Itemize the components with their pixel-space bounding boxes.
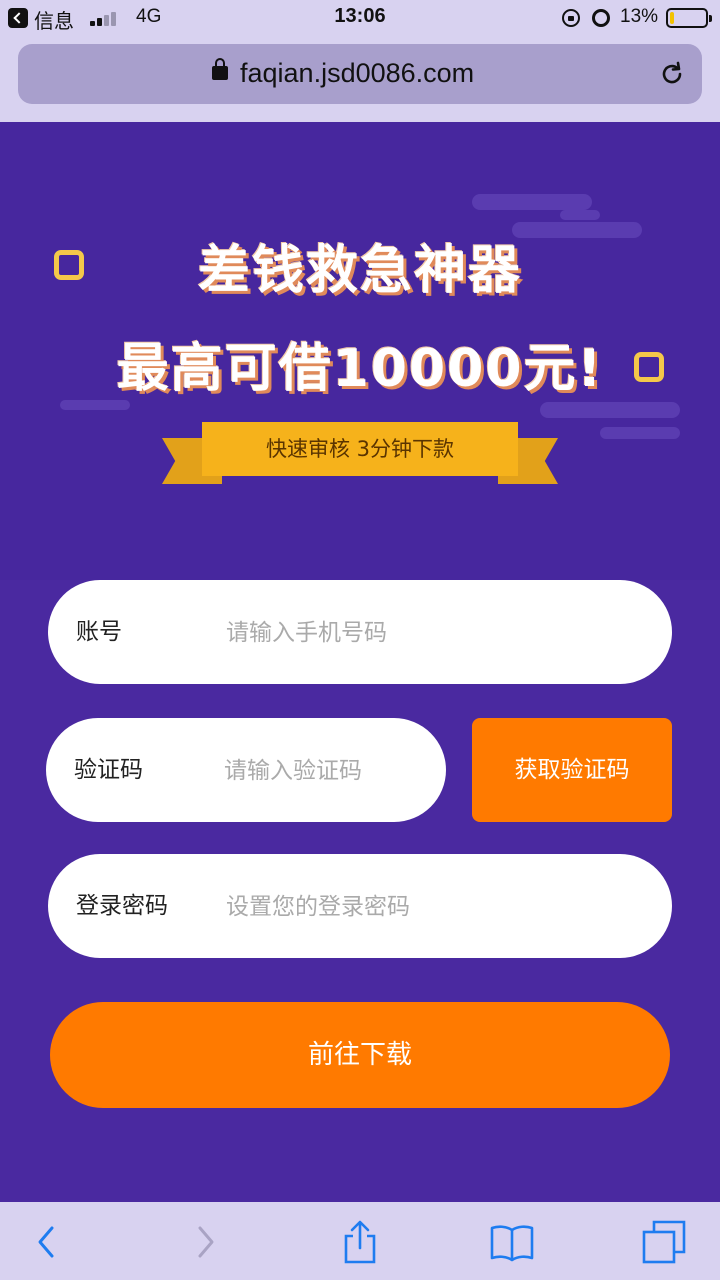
clock: 13:06 <box>334 5 386 27</box>
decor-bar <box>600 427 680 439</box>
download-button[interactable]: 前往下载 <box>50 1002 670 1108</box>
reload-icon[interactable] <box>658 60 686 88</box>
battery-icon <box>666 8 712 28</box>
hero-title: 差钱救急神器 <box>197 241 522 301</box>
battery-percent: 13% <box>620 6 659 27</box>
decor-bar <box>472 194 592 210</box>
code-field[interactable]: 验证码 <box>46 718 446 822</box>
address-bar[interactable]: faqian.jsd0086.com <box>18 44 702 104</box>
orientation-lock-icon <box>562 9 580 27</box>
password-label: 登录密码 <box>76 893 168 919</box>
phone-input[interactable] <box>224 606 648 660</box>
password-field[interactable]: 登录密码 <box>48 854 672 958</box>
url-text[interactable]: faqian.jsd0086.com <box>240 58 474 89</box>
share-icon[interactable] <box>336 1218 384 1266</box>
register-form: 账号 验证码 获取验证码 登录密码 前往下载 <box>0 580 720 1202</box>
get-code-button[interactable]: 获取验证码 <box>472 718 672 822</box>
password-input[interactable] <box>224 880 648 934</box>
bookmarks-icon[interactable] <box>488 1218 536 1266</box>
browser-address-area: faqian.jsd0086.com <box>0 36 720 122</box>
decor-bar <box>60 400 130 410</box>
back-arrow-icon[interactable] <box>24 1218 72 1266</box>
status-bar: 信息 4G 13:06 13% <box>0 0 720 36</box>
account-field[interactable]: 账号 <box>48 580 672 684</box>
account-label: 账号 <box>76 619 122 645</box>
ribbon-text: 快速审核 3分钟下款 <box>202 422 518 476</box>
hero-subtitle: 最高可借10000元! <box>116 339 604 399</box>
lock-icon <box>212 58 228 80</box>
code-input[interactable] <box>222 744 426 798</box>
decor-bar <box>560 210 600 220</box>
decor-bar <box>540 402 680 418</box>
ribbon-banner: 快速审核 3分钟下款 <box>162 422 558 492</box>
tabs-icon[interactable] <box>640 1218 688 1266</box>
code-label: 验证码 <box>74 757 143 783</box>
forward-arrow-icon[interactable] <box>180 1218 228 1266</box>
hero-banner: 差钱救急神器 最高可借10000元! 快速审核 3分钟下款 <box>0 122 720 580</box>
alarm-icon <box>592 9 610 27</box>
browser-toolbar <box>0 1202 720 1280</box>
battery-fill <box>670 12 674 24</box>
